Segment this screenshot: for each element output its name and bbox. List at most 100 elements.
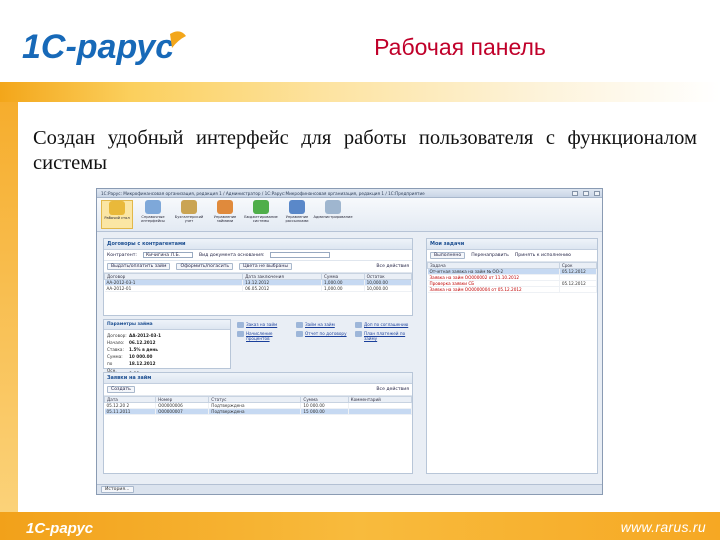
app-window-title: 1С:Рарус: Микрофинансовая организация, р… bbox=[101, 190, 425, 196]
loan-params-title: Параметры займа bbox=[104, 320, 230, 330]
doc-basis-field[interactable] bbox=[270, 252, 331, 258]
section-person[interactable]: Управление займами bbox=[209, 200, 241, 229]
document-icon bbox=[237, 322, 244, 328]
quick-links-pane: Заказ на займ Займ на займ Доп по соглашен… bbox=[234, 319, 413, 369]
loan-requests-toolbar: Создать Все действия bbox=[104, 384, 412, 396]
repay-button[interactable]: Оформить/погасить bbox=[176, 263, 234, 270]
slide-title: Рабочая панель bbox=[374, 34, 546, 60]
contract-row[interactable]: АА-2012-01 06.05.2012 1,000.00 10,000.00 bbox=[104, 285, 413, 292]
doc-basis-label: Вид документа основания: bbox=[198, 252, 265, 258]
section-label: Бухгалтерский учет bbox=[174, 215, 204, 223]
param-value: 06.12.2012 bbox=[129, 340, 156, 345]
done-button[interactable]: Выполнено bbox=[430, 252, 466, 259]
ledger-icon bbox=[181, 200, 197, 214]
footer-band bbox=[0, 512, 720, 540]
loan-request-row[interactable]: 05.11.2011 О00000007 Подтверждена 15 000.00 bbox=[104, 408, 413, 415]
loan-requests-pane: Заявки на займ Создать Все действия Дата… bbox=[103, 372, 413, 474]
contract-cell-name: АА-2012-01 bbox=[104, 285, 244, 292]
param-value: 1.5% в день bbox=[129, 347, 158, 352]
section-globe[interactable]: Бюджетирование системы bbox=[244, 200, 278, 229]
task-row[interactable]: Заявка на займ ОО0000004 от 05.12.2012 bbox=[427, 286, 598, 293]
close-button[interactable] bbox=[594, 190, 600, 196]
quick-link-label: Займ на займ bbox=[305, 322, 335, 327]
section-label: Управление займами bbox=[213, 215, 237, 223]
redirect-button[interactable]: Перенаправить bbox=[471, 253, 509, 258]
section-label: Управление рассылками bbox=[285, 215, 309, 223]
section-label: Администрирование bbox=[313, 215, 353, 219]
document-icon bbox=[296, 322, 303, 328]
document-icon bbox=[237, 331, 244, 337]
quick-link-label: Отчет по договору bbox=[305, 331, 347, 336]
loan-params-pane: Параметры займа Договор: АА-2012-03-1 Нача… bbox=[103, 319, 231, 378]
rarus-logo: 1С-рарус bbox=[22, 28, 186, 66]
minimize-button[interactable] bbox=[572, 190, 578, 196]
quick-link[interactable]: План платежей по займу bbox=[355, 331, 410, 341]
header-divider-bar bbox=[0, 82, 720, 102]
section-admin[interactable]: Администрирование bbox=[313, 200, 353, 229]
my-tasks-table: Задача Срок Отчетная заявка на займ № ОО… bbox=[427, 262, 598, 293]
param-label: Сумма: bbox=[107, 354, 123, 359]
person-icon bbox=[217, 200, 233, 214]
contracts-table: Договор Дата заключения Сумма Остаток АА… bbox=[103, 273, 413, 292]
param-label: Ставка: bbox=[107, 347, 124, 352]
app-screenshot: 1С:Рарус: Микрофинансовая организация, р… bbox=[96, 188, 603, 495]
quick-link[interactable]: Займ на займ bbox=[296, 322, 351, 328]
globe-icon bbox=[253, 200, 269, 214]
slide-body-text: Создан удобный интерфейс для работы поль… bbox=[33, 127, 697, 174]
contracts-pane-title: Договоры с контрагентами bbox=[104, 239, 412, 250]
param-value: АА-2012-03-1 bbox=[129, 333, 162, 338]
loan-cell-date: 05.11.2011 bbox=[104, 408, 157, 415]
contracts-all-actions[interactable]: Все действия bbox=[376, 264, 409, 269]
document-icon bbox=[296, 331, 303, 337]
param-end-value: 18.12.2012 bbox=[129, 361, 156, 366]
app-titlebar: 1С:Рарус: Микрофинансовая организация, р… bbox=[97, 189, 602, 198]
param-value: 10 000.00 bbox=[129, 354, 153, 359]
task-cell-text: Заявка на займ ОО0000004 от 05.12.2012 bbox=[427, 286, 560, 293]
accept-button[interactable]: Принять к исполнению bbox=[515, 253, 571, 258]
colors-button[interactable]: Цвета не выбраны bbox=[239, 263, 292, 270]
param-label: Договор: bbox=[107, 333, 127, 338]
param-end-label: по bbox=[107, 361, 113, 366]
section-ledger[interactable]: Бухгалтерский учет bbox=[173, 200, 205, 229]
loan-requests-table: Дата Номер Статус Сумма Комментарий 05.1… bbox=[103, 396, 413, 415]
quick-link[interactable]: Заказ на займ bbox=[237, 322, 292, 328]
website-url[interactable]: www.rarus.ru bbox=[621, 519, 706, 535]
section-books[interactable]: Справочные интерфейсы bbox=[137, 200, 169, 229]
document-icon bbox=[355, 322, 362, 328]
contract-cell-sum: 1,000.00 bbox=[321, 285, 365, 292]
loans-all-actions[interactable]: Все действия bbox=[376, 387, 409, 392]
my-tasks-toolbar: Выполнено Перенаправить Принять к исполн… bbox=[427, 250, 597, 262]
issue-loan-button[interactable]: Выдать/оплатить займ bbox=[107, 263, 171, 270]
quick-link-label: План платежей по займу bbox=[364, 331, 406, 341]
quick-link-label: Начисление процентов bbox=[246, 331, 273, 341]
my-tasks-pane: Мои задачи Выполнено Перенаправить Приня… bbox=[426, 238, 598, 474]
counterparty-label: Контрагент: bbox=[107, 252, 137, 258]
section-label: Бюджетирование системы bbox=[244, 215, 278, 223]
create-button[interactable]: Создать bbox=[107, 386, 135, 393]
footer-logo: 1С-рарус bbox=[26, 518, 106, 537]
section-label: Рабочий стол bbox=[104, 216, 130, 220]
loan-cell-comment bbox=[348, 408, 413, 415]
contract-cell-rest: 10,000.00 bbox=[364, 285, 413, 292]
contract-cell-date: 06.05.2012 bbox=[242, 285, 322, 292]
svg-text:1С-рарус: 1С-рарус bbox=[26, 520, 94, 536]
contracts-pane: Договоры с контрагентами Контрагент: Кич… bbox=[103, 238, 413, 316]
loan-cell-sum: 15 000.00 bbox=[300, 408, 349, 415]
section-mail[interactable]: Управление рассылками bbox=[281, 200, 313, 229]
param-label: Начало: bbox=[107, 340, 125, 345]
section-label: Справочные интерфейсы bbox=[141, 215, 165, 223]
desktop-icon bbox=[109, 201, 125, 215]
left-accent-rail bbox=[0, 102, 18, 512]
quick-link[interactable]: Доп по соглашению bbox=[355, 322, 410, 328]
counterparty-field[interactable]: Кичигина Л.Б. bbox=[142, 252, 193, 258]
loan-cell-num: О00000007 bbox=[155, 408, 210, 415]
history-button[interactable]: История... bbox=[101, 486, 134, 493]
task-cell-date bbox=[559, 286, 598, 293]
quick-link[interactable]: Начисление процентов bbox=[237, 331, 292, 341]
app-statusbar: История... bbox=[97, 484, 602, 494]
document-icon bbox=[355, 331, 362, 337]
contracts-toolbar: Выдать/оплатить займ Оформить/погасить Ц… bbox=[104, 261, 412, 273]
section-desktop[interactable]: Рабочий стол bbox=[101, 200, 133, 229]
maximize-button[interactable] bbox=[583, 190, 589, 196]
quick-link[interactable]: Отчет по договору bbox=[296, 331, 351, 341]
